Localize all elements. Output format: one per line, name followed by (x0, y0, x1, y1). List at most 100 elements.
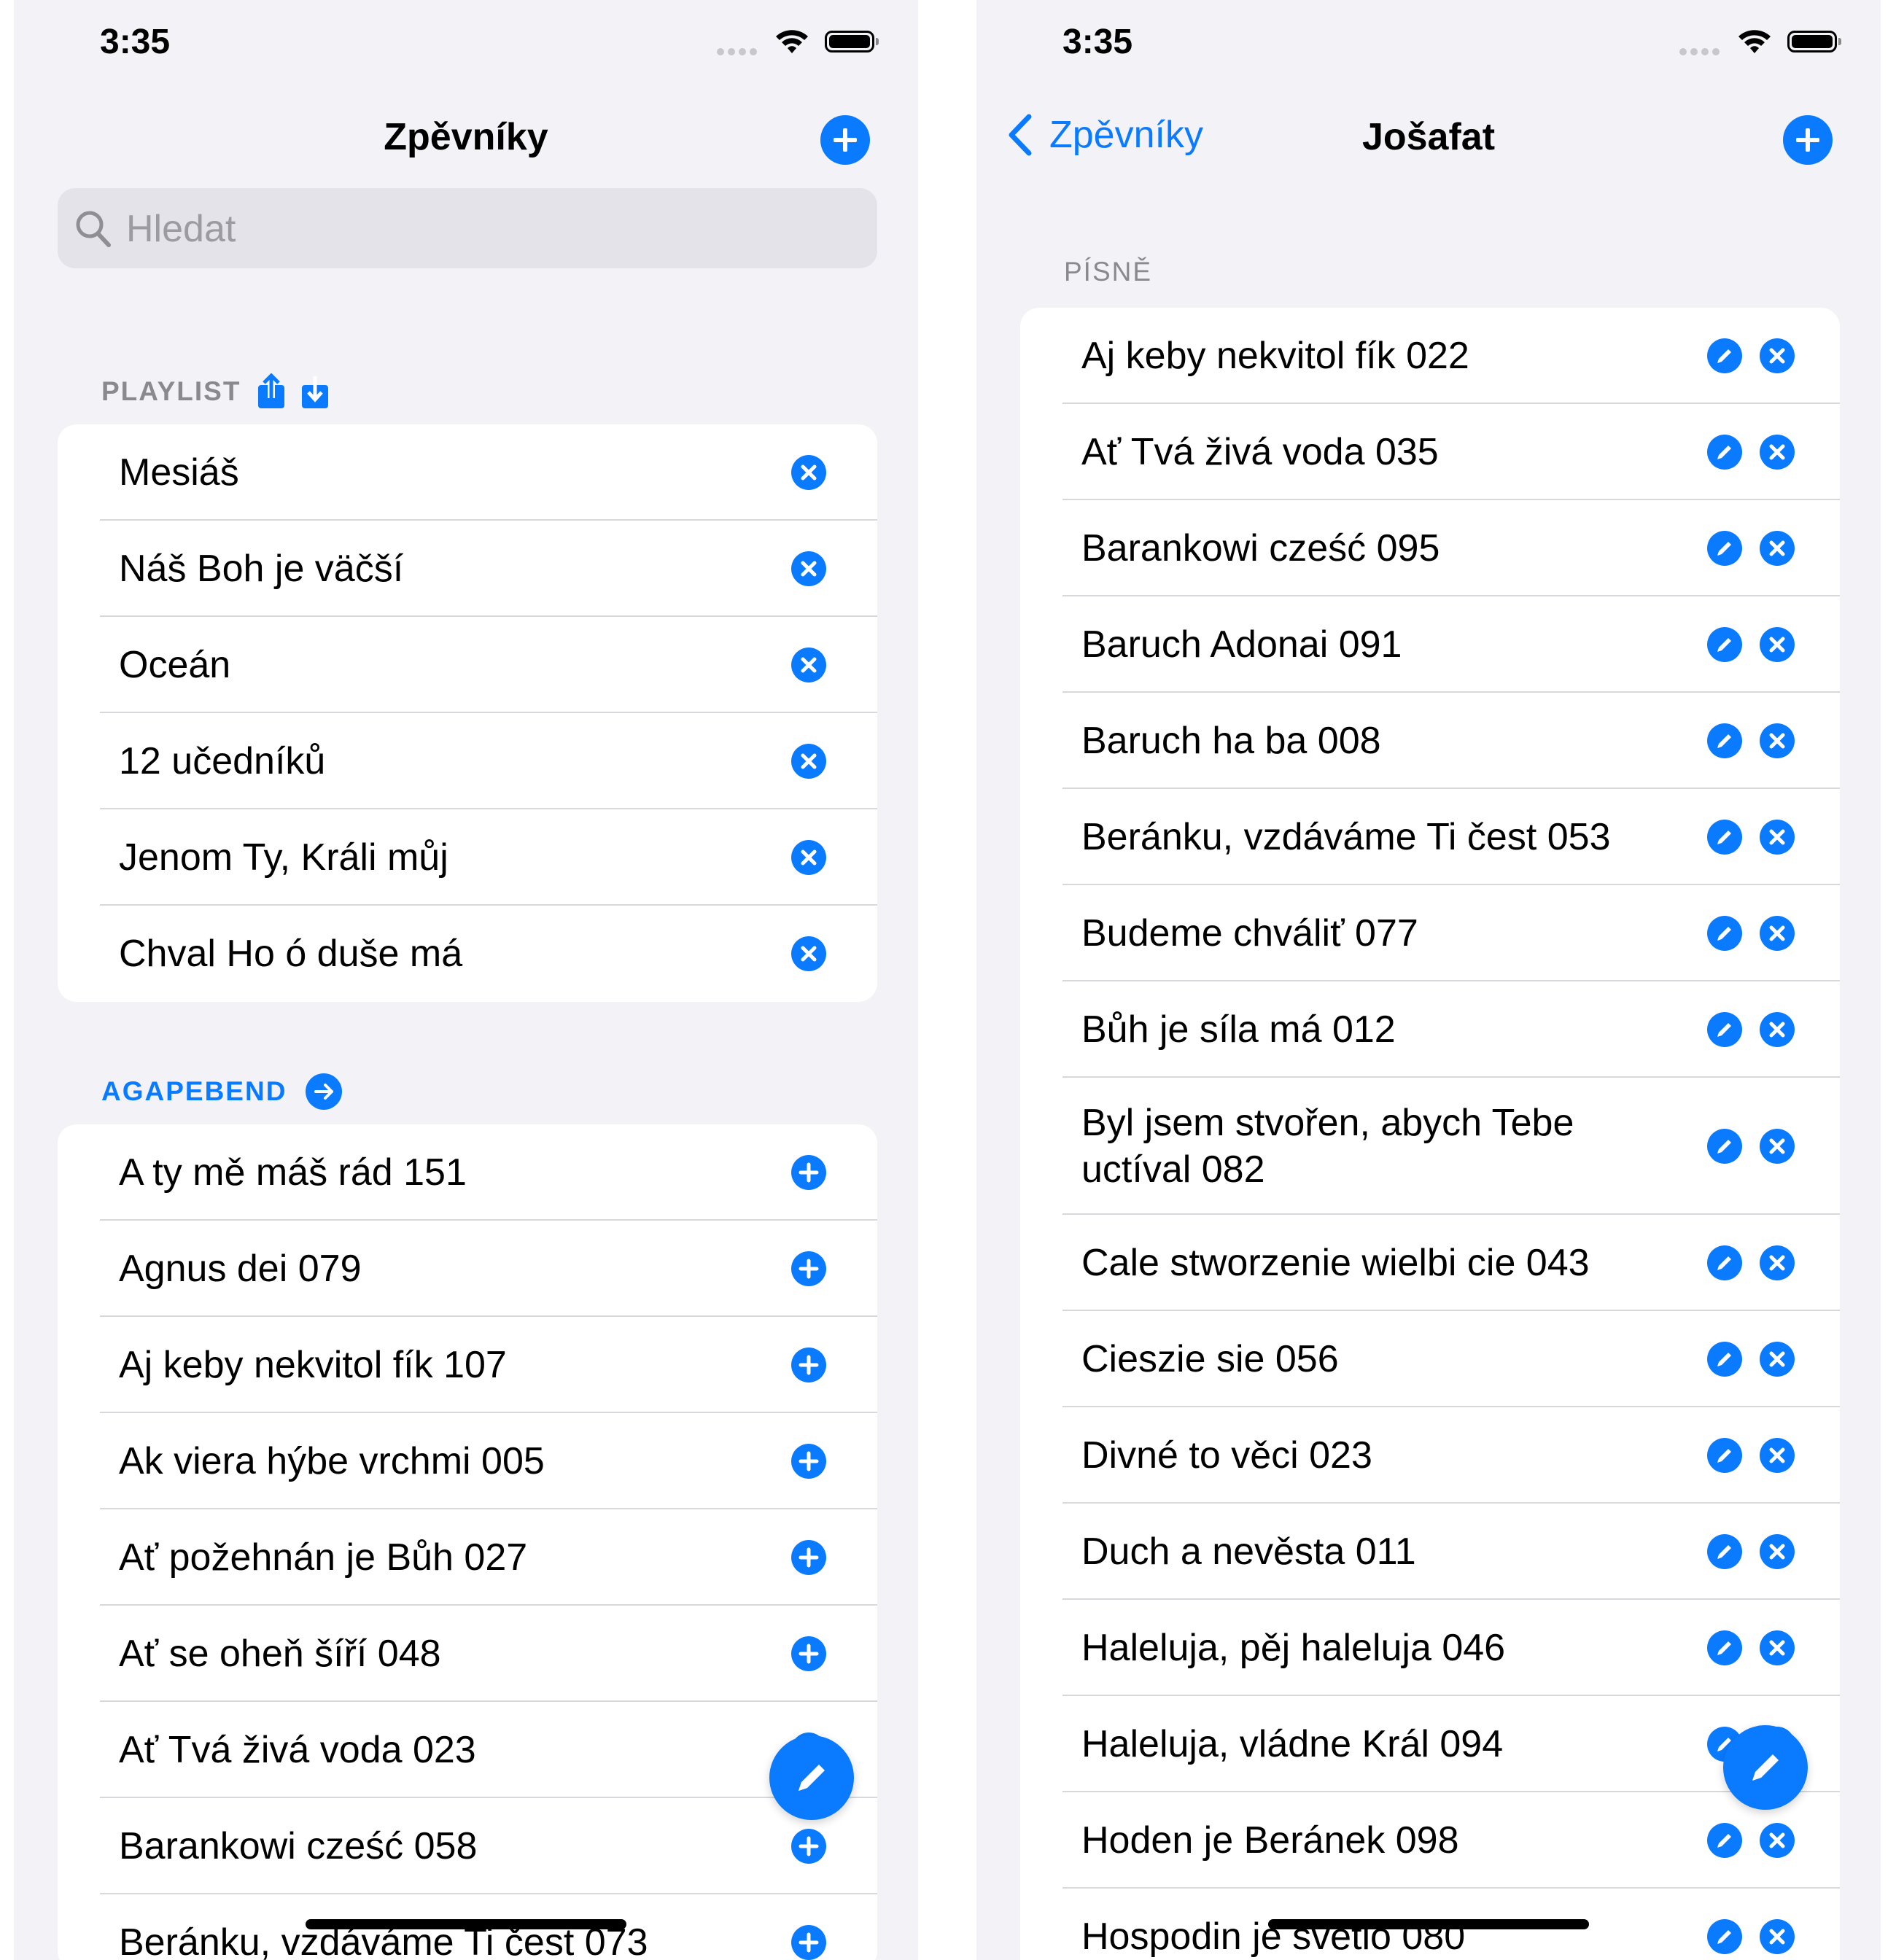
list-item[interactable]: Byl jsem stvořen, abych Tebe uctíval 082 (1020, 1078, 1840, 1215)
song-title: Divné to věci 023 (1081, 1434, 1372, 1477)
remove-button[interactable] (791, 936, 826, 971)
remove-button[interactable] (1760, 435, 1795, 470)
song-title: Baruch ha ba 008 (1081, 720, 1381, 762)
pencil-icon (1717, 542, 1731, 556)
list-item[interactable]: Ať Tvá živá voda 035 (1020, 404, 1840, 500)
edit-song-button[interactable] (1707, 1534, 1742, 1569)
remove-button[interactable] (791, 648, 826, 682)
edit-song-button[interactable] (1707, 435, 1742, 470)
remove-button[interactable] (1760, 1534, 1795, 1569)
edit-song-button[interactable] (1707, 627, 1742, 662)
search-bar[interactable] (58, 188, 877, 268)
add-to-playlist-button[interactable] (791, 1155, 826, 1190)
list-item[interactable]: Beránku, vzdáváme Ti čest 053 (1020, 789, 1840, 885)
edit-song-button[interactable] (1707, 1919, 1742, 1954)
search-input[interactable] (125, 203, 842, 255)
close-icon (801, 753, 817, 769)
song-title: Ať Tvá živá voda 035 (1081, 431, 1439, 473)
list-item[interactable]: Divné to věci 023 (1020, 1407, 1840, 1504)
song-title: Chval Ho ó duše má (119, 933, 463, 975)
remove-button[interactable] (1760, 1919, 1795, 1954)
remove-button[interactable] (791, 455, 826, 490)
edit-song-button[interactable] (1707, 1823, 1742, 1858)
list-item[interactable]: Duch a nevěsta 011 (1020, 1504, 1840, 1600)
list-item[interactable]: Mesiáš (58, 424, 877, 521)
add-to-playlist-button[interactable] (791, 1925, 826, 1960)
list-item[interactable]: Jenom Ty, Králi můj (58, 809, 877, 906)
remove-button[interactable] (1760, 531, 1795, 566)
list-item[interactable]: Haleluja, vládne Král 094 (1020, 1696, 1840, 1792)
edit-song-button[interactable] (1707, 338, 1742, 373)
list-item[interactable]: Barankowi cześć 058 (58, 1798, 877, 1894)
pencil-icon (1717, 1641, 1731, 1655)
list-item[interactable]: Baruch Adonai 091 (1020, 596, 1840, 693)
edit-song-button[interactable] (1707, 1342, 1742, 1377)
list-item[interactable]: Budeme chváliť 077 (1020, 885, 1840, 981)
add-song-button[interactable] (1783, 115, 1833, 165)
share-upload-icon[interactable] (257, 373, 286, 410)
list-item[interactable]: Agnus dei 079 (58, 1221, 877, 1317)
edit-song-button[interactable] (1707, 1129, 1742, 1164)
list-item[interactable]: 12 učedníků (58, 713, 877, 809)
list-item[interactable]: Bůh je síla má 012 (1020, 981, 1840, 1078)
close-icon (801, 946, 817, 962)
add-to-playlist-button[interactable] (791, 1636, 826, 1671)
list-item[interactable]: A ty mě máš rád 151 (58, 1124, 877, 1221)
list-item[interactable]: Cale stworzenie wielbi cie 043 (1020, 1215, 1840, 1311)
edit-song-button[interactable] (1707, 820, 1742, 855)
remove-button[interactable] (1760, 1342, 1795, 1377)
add-to-playlist-button[interactable] (791, 1251, 826, 1286)
battery-icon (1787, 31, 1841, 52)
pencil-icon (1717, 1545, 1731, 1559)
list-item[interactable]: Ať se oheň šíří 048 (58, 1606, 877, 1702)
close-icon (1769, 925, 1785, 941)
list-item[interactable]: Chval Ho ó duše má (58, 906, 877, 1002)
remove-button[interactable] (1760, 1438, 1795, 1473)
arrow-right-circle-icon[interactable] (306, 1073, 343, 1110)
list-item[interactable]: Hoden je Beránek 098 (1020, 1792, 1840, 1889)
remove-button[interactable] (791, 551, 826, 586)
add-to-playlist-button[interactable] (791, 1829, 826, 1864)
songbook-header-label: AGAPEBEND (101, 1076, 287, 1106)
list-item[interactable]: Haleluja, pěj haleluja 046 (1020, 1600, 1840, 1696)
list-item[interactable]: Oceán (58, 617, 877, 713)
edit-song-button[interactable] (1707, 916, 1742, 951)
edit-song-button[interactable] (1707, 1245, 1742, 1280)
remove-button[interactable] (1760, 627, 1795, 662)
list-item[interactable]: Baruch ha ba 008 (1020, 693, 1840, 789)
remove-button[interactable] (1760, 723, 1795, 758)
list-item[interactable]: Ať Tvá živá voda 023 (58, 1702, 877, 1798)
edit-song-button[interactable] (1707, 1438, 1742, 1473)
page-title: Zpěvníky (384, 116, 548, 158)
edit-song-button[interactable] (1707, 531, 1742, 566)
add-to-playlist-button[interactable] (791, 1540, 826, 1575)
list-item[interactable]: Aj keby nekvitol fík 107 (58, 1317, 877, 1413)
edit-fab-button[interactable] (769, 1735, 854, 1820)
playlist-header: PLAYLIST (101, 373, 330, 410)
remove-button[interactable] (1760, 1823, 1795, 1858)
add-to-playlist-button[interactable] (791, 1348, 826, 1382)
edit-song-button[interactable] (1707, 1012, 1742, 1047)
remove-button[interactable] (791, 744, 826, 779)
remove-button[interactable] (1760, 820, 1795, 855)
remove-button[interactable] (1760, 1012, 1795, 1047)
list-item[interactable]: Ať požehnán je Bůh 027 (58, 1509, 877, 1606)
remove-button[interactable] (1760, 338, 1795, 373)
remove-button[interactable] (791, 840, 826, 875)
edit-song-button[interactable] (1707, 1630, 1742, 1665)
download-icon[interactable] (300, 373, 330, 410)
list-item[interactable]: Aj keby nekvitol fík 022 (1020, 308, 1840, 404)
list-item[interactable]: Náš Boh je väčší (58, 521, 877, 617)
edit-song-button[interactable] (1707, 723, 1742, 758)
list-item[interactable]: Barankowi cześć 095 (1020, 500, 1840, 596)
edit-fab-button[interactable] (1723, 1725, 1808, 1810)
songbook-header-link[interactable]: AGAPEBEND (101, 1073, 343, 1110)
remove-button[interactable] (1760, 1129, 1795, 1164)
list-item[interactable]: Ak viera hýbe vrchmi 005 (58, 1413, 877, 1509)
add-songbook-button[interactable] (820, 115, 870, 165)
remove-button[interactable] (1760, 916, 1795, 951)
remove-button[interactable] (1760, 1630, 1795, 1665)
remove-button[interactable] (1760, 1245, 1795, 1280)
list-item[interactable]: Cieszie sie 056 (1020, 1311, 1840, 1407)
add-to-playlist-button[interactable] (791, 1444, 826, 1479)
